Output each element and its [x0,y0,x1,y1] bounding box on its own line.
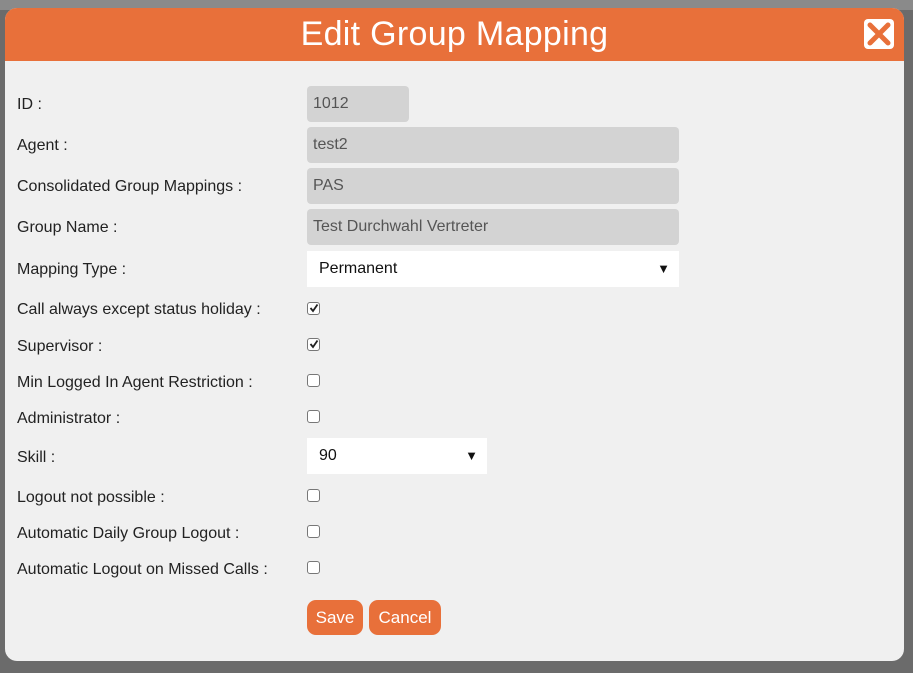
cancel-button[interactable]: Cancel [369,600,441,635]
close-button[interactable] [864,19,894,49]
logout-not-possible-checkbox[interactable] [307,489,320,502]
logout-not-possible-label: Logout not possible : [17,489,165,506]
call-always-checkbox[interactable] [307,302,320,315]
consolidated-label: Consolidated Group Mappings : [17,178,243,195]
dialog-title: Edit Group Mapping [300,15,609,53]
group-name-label: Group Name : [17,219,118,236]
auto-daily-logout-label: Automatic Daily Group Logout : [17,525,240,542]
skill-value: 90 [319,447,337,464]
auto-logout-missed-label: Automatic Logout on Missed Calls : [17,561,268,578]
mapping-type-select[interactable]: Permanent ▼ [307,251,679,287]
supervisor-checkbox[interactable] [307,338,320,351]
administrator-checkbox[interactable] [307,410,320,423]
min-logged-checkbox[interactable] [307,374,320,387]
dropdown-arrow-icon: ▼ [465,448,478,463]
id-field: 1012 [307,86,409,122]
auto-logout-missed-checkbox[interactable] [307,561,320,574]
mapping-type-value: Permanent [319,260,398,277]
skill-label: Skill : [17,449,56,466]
agent-label: Agent : [17,137,68,154]
close-x-icon [867,22,891,46]
checkmark-icon [309,339,319,349]
mapping-type-label: Mapping Type : [17,261,127,278]
dropdown-arrow-icon: ▼ [657,261,670,276]
administrator-label: Administrator : [17,410,121,427]
skill-select[interactable]: 90 ▼ [307,438,487,474]
save-button[interactable]: Save [307,600,363,635]
call-always-label: Call always except status holiday : [17,301,261,318]
edit-group-mapping-dialog: Edit Group Mapping ID : 1012 Agent : tes… [5,8,904,661]
consolidated-field: PAS [307,168,679,204]
supervisor-label: Supervisor : [17,338,103,355]
id-label: ID : [17,96,42,113]
agent-field: test2 [307,127,679,163]
min-logged-label: Min Logged In Agent Restriction : [17,374,253,391]
auto-daily-logout-checkbox[interactable] [307,525,320,538]
group-name-field: Test Durchwahl Vertreter [307,209,679,245]
checkmark-icon [309,303,319,313]
dialog-header: Edit Group Mapping [5,8,904,61]
